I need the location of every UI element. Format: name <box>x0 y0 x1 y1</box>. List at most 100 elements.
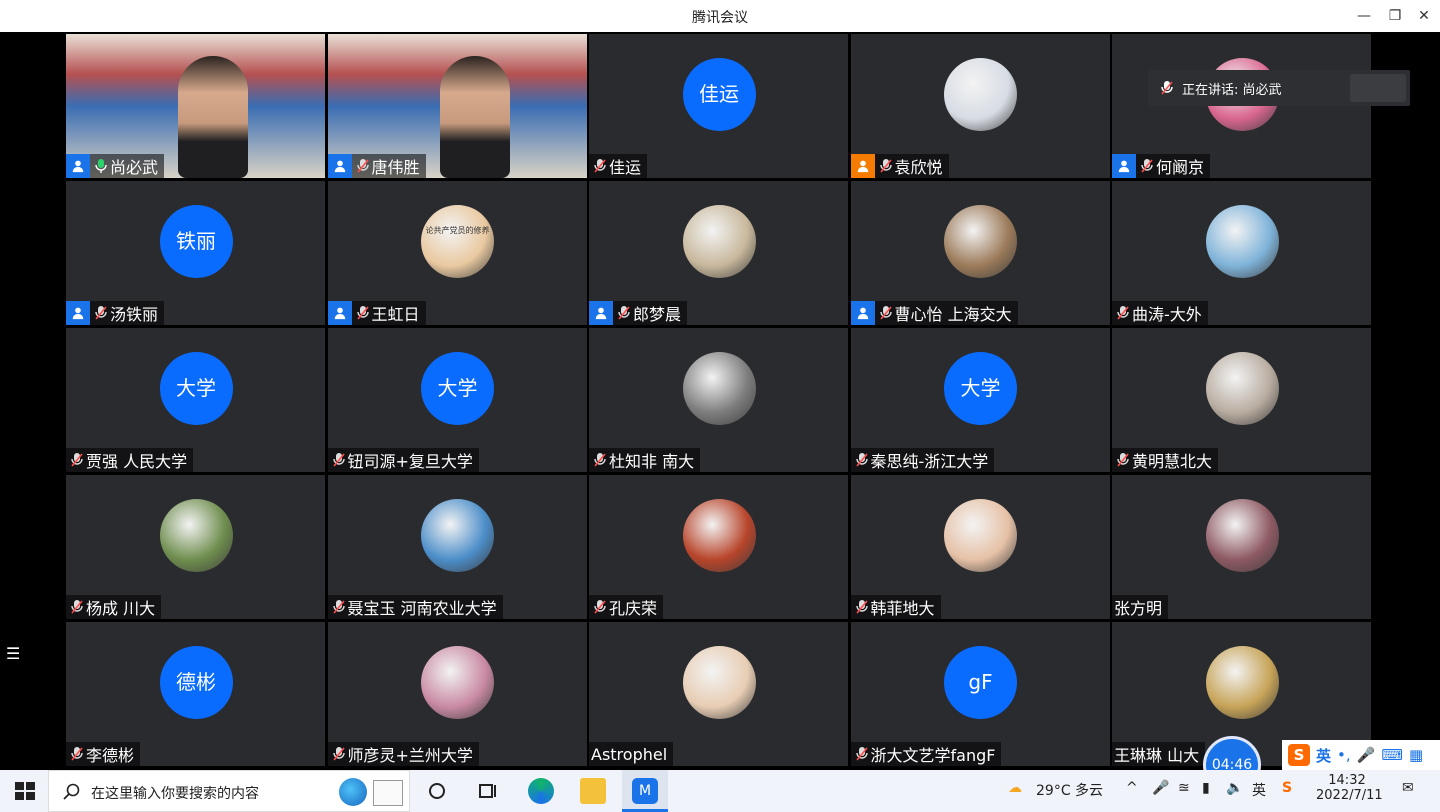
user-icon <box>66 154 90 178</box>
punctuation-icon[interactable]: •, <box>1337 746 1351 764</box>
participant-tile[interactable]: 曲涛-大外 <box>1112 181 1371 325</box>
user-icon <box>850 154 875 178</box>
close-button[interactable]: ✕ <box>1414 6 1434 26</box>
wifi-icon[interactable]: ≊ <box>1178 780 1190 796</box>
participant-tile[interactable]: 师彦灵+兰州大学 <box>327 622 587 766</box>
weather-text[interactable]: 29°C 多云 <box>1036 780 1103 800</box>
tencent-meeting-taskbar-button[interactable]: M <box>622 770 668 812</box>
participant-name: 尚必武 <box>110 158 159 177</box>
participant-tile[interactable]: 大学 贾强 人民大学 <box>66 328 325 472</box>
participant-tile[interactable]: 大学 钮司源+复旦大学 <box>327 328 587 472</box>
speaking-pop-expand[interactable] <box>1350 74 1406 102</box>
notification-icon[interactable]: ✉ <box>1402 780 1414 796</box>
mic-off-icon <box>1116 452 1130 468</box>
mic-off-icon <box>1161 81 1173 95</box>
participant-name: 聂宝玉 河南农业大学 <box>347 599 497 618</box>
participant-tile[interactable]: 曹心怡 上海交大 <box>850 181 1110 325</box>
mic-off-icon <box>1140 158 1154 174</box>
mic-off-icon <box>855 452 869 468</box>
task-view-circle-icon[interactable] <box>424 778 450 804</box>
restore-button[interactable]: ❐ <box>1385 6 1405 26</box>
participant-tile[interactable]: 佳运 佳运 <box>589 34 848 178</box>
avatar-caption: 论共产党员的修养 <box>425 226 490 235</box>
participant-tile[interactable]: 论共产党员的修养 王虹日 <box>327 181 587 325</box>
participant-tile[interactable]: 聂宝玉 河南农业大学 <box>327 475 587 619</box>
nameplate: 郎梦晨 <box>589 301 688 325</box>
keyboard-icon[interactable]: ⌨ <box>1381 746 1403 764</box>
participant-name: 何阚京 <box>1156 158 1205 177</box>
mic-off-icon <box>94 305 108 321</box>
sogou-tray-icon[interactable]: S <box>1282 780 1292 796</box>
participant-tile[interactable]: 韩菲地大 <box>850 475 1110 619</box>
participant-tile[interactable]: 德彬 李德彬 <box>66 622 325 766</box>
participant-tile[interactable]: 郎梦晨 <box>589 181 848 325</box>
windows-start-icon[interactable] <box>12 778 38 804</box>
nameplate: 韩菲地大 <box>850 595 941 619</box>
chart-widget-icon[interactable] <box>373 780 403 806</box>
taskbar-search[interactable]: 在这里输入你要搜索的内容 <box>48 770 410 812</box>
mic-off-icon <box>617 305 631 321</box>
taskbar: 在这里输入你要搜索的内容 M ☁ 29°C 多云 ^ 🎤 ≊ ▮ 🔈 英 S 1… <box>0 770 1440 812</box>
participant-name: 袁欣悦 <box>894 158 943 177</box>
speaker-face <box>178 56 248 178</box>
minimize-button[interactable]: — <box>1354 6 1374 26</box>
participant-name: 汤铁丽 <box>110 305 159 324</box>
tray-ime-lang[interactable]: 英 <box>1252 780 1266 800</box>
participant-tile[interactable]: 铁丽汤铁丽 <box>66 181 325 325</box>
grid-icon[interactable]: ▦ <box>1409 746 1423 764</box>
participant-tile[interactable]: 杜知非 南大 <box>589 328 848 472</box>
participant-tile[interactable]: 唐伟胜 <box>327 34 587 178</box>
nameplate: 李德彬 <box>66 742 141 766</box>
participant-tile[interactable]: 孔庆荣 <box>589 475 848 619</box>
avatar <box>1205 205 1279 278</box>
participant-tile[interactable]: 杨成 川大 <box>66 475 325 619</box>
voice-icon[interactable]: 🎤 <box>1357 746 1376 764</box>
mic-off-icon <box>593 158 607 174</box>
nameplate: 袁欣悦 <box>850 154 949 178</box>
clock[interactable]: 14:32 2022/7/11 <box>1316 773 1383 803</box>
participant-tile[interactable]: Astrophel <box>589 622 848 766</box>
mic-off-icon <box>332 452 346 468</box>
mic-tray-icon[interactable]: 🎤 <box>1152 780 1169 796</box>
participant-tile[interactable]: 何阚京 <box>1112 34 1371 178</box>
participant-tile[interactable]: 大学 秦思纯-浙江大学 <box>850 328 1110 472</box>
participant-name: 钮司源+复旦大学 <box>347 452 473 471</box>
ime-lang[interactable]: 英 <box>1316 745 1331 766</box>
avatar <box>1205 499 1279 572</box>
participant-name: 杜知非 南大 <box>609 452 695 471</box>
participant-tile[interactable]: gF 浙大文艺学fangF <box>850 622 1110 766</box>
tray-expand-icon[interactable]: ^ <box>1126 780 1138 796</box>
task-view-icon[interactable] <box>474 778 500 804</box>
participant-tile[interactable]: 尚必武 <box>66 34 325 178</box>
edge-browser-icon[interactable] <box>528 778 554 804</box>
participant-tile[interactable]: 黄明慧北大 <box>1112 328 1371 472</box>
participant-tile[interactable]: 张方明 <box>1112 475 1371 619</box>
ime-toolbar[interactable]: S 英 •, 🎤 ⌨ ▦ <box>1282 740 1440 770</box>
participant-tile[interactable]: 袁欣悦 <box>850 34 1110 178</box>
nameplate: 聂宝玉 河南农业大学 <box>327 595 503 619</box>
file-explorer-icon[interactable] <box>580 778 606 804</box>
nameplate: Astrophel <box>589 742 674 766</box>
mic-off-icon <box>593 599 607 615</box>
avatar <box>1205 352 1279 425</box>
avatar <box>1205 646 1279 719</box>
participant-name: 黄明慧北大 <box>1132 452 1213 471</box>
participant-name: 张方明 <box>1114 599 1163 618</box>
battery-icon[interactable]: ▮ <box>1202 780 1210 796</box>
participant-list-icon[interactable]: ☰ <box>6 644 26 664</box>
avatar <box>682 205 756 278</box>
nameplate: 王琳琳 山大 <box>1112 742 1206 766</box>
avatar: 铁丽 <box>159 205 233 278</box>
weather-icon[interactable]: ☁ <box>1008 780 1022 796</box>
globe-icon[interactable] <box>339 778 367 806</box>
nameplate: 杨成 川大 <box>66 595 162 619</box>
nameplate: 钮司源+复旦大学 <box>327 448 479 472</box>
mic-off-icon <box>879 158 893 174</box>
mic-off-icon <box>70 746 84 762</box>
mic-off-icon <box>332 599 346 615</box>
participant-name: 李德彬 <box>86 746 135 765</box>
search-placeholder: 在这里输入你要搜索的内容 <box>91 786 259 802</box>
volume-icon[interactable]: 🔈 <box>1226 780 1243 796</box>
nameplate: 秦思纯-浙江大学 <box>850 448 995 472</box>
mic-off-icon <box>855 746 869 762</box>
